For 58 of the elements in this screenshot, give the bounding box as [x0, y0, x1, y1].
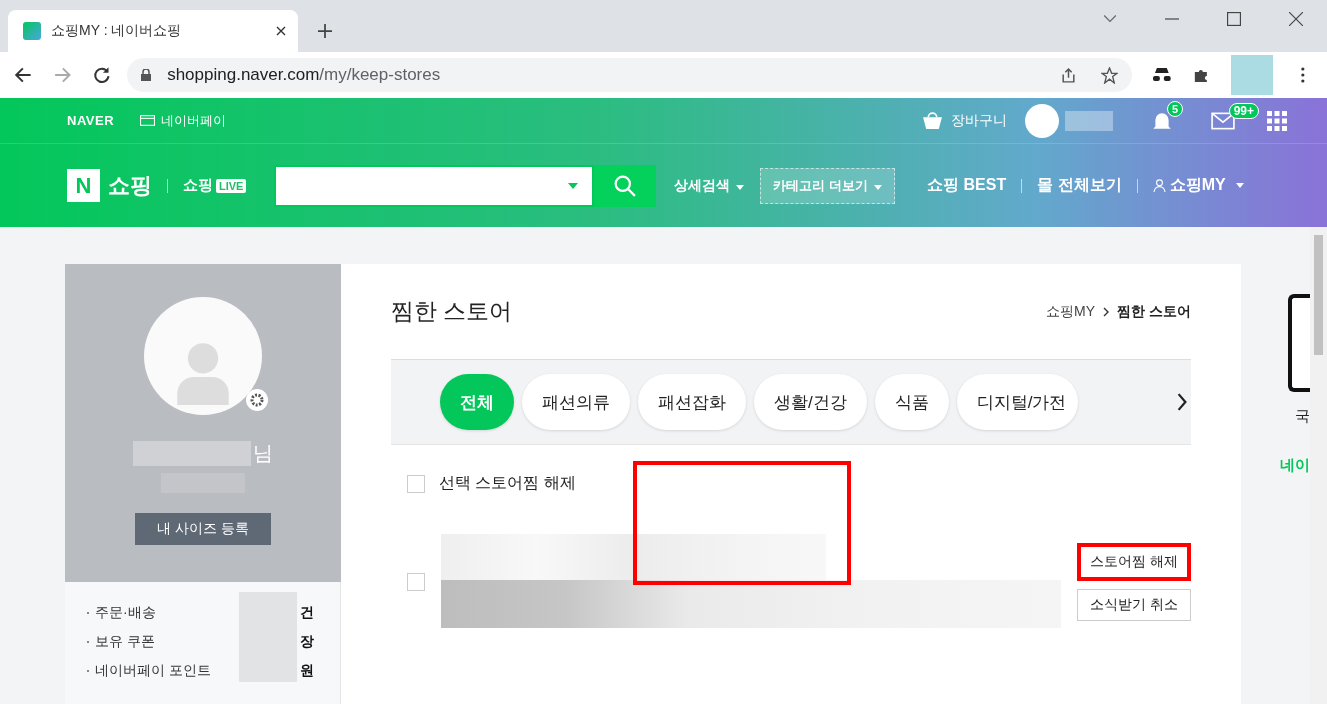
select-all-label: 선택 스토어찜 해제 — [439, 473, 576, 493]
user-avatar[interactable] — [1025, 103, 1059, 138]
breadcrumb-link[interactable]: 쇼핑MY — [1046, 302, 1096, 321]
category-tab[interactable]: 식품 — [874, 374, 949, 430]
app-grid-icon[interactable] — [1267, 110, 1287, 131]
caret-icon — [874, 184, 883, 190]
tab-title: 쇼핑MY : 네이버쇼핑 — [51, 22, 183, 40]
size-register-button[interactable]: 내 사이즈 등록 — [135, 513, 271, 545]
scrollbar-thumb[interactable] — [1314, 235, 1323, 355]
share-icon[interactable] — [1059, 66, 1077, 84]
url-text: shopping.naver.com/my/keep-stores — [167, 65, 441, 85]
card-icon — [140, 115, 156, 126]
browser-tab[interactable]: 쇼핑MY : 네이버쇼핑 — [8, 10, 298, 52]
reload-icon[interactable] — [93, 66, 112, 84]
notification-count: 5 — [1166, 100, 1183, 117]
search-button[interactable] — [594, 164, 657, 207]
category-tab[interactable]: 디지털/가전 — [956, 374, 1079, 430]
search-field[interactable] — [274, 164, 595, 207]
user-icon — [1152, 179, 1166, 192]
page-title: 찜한 스토어 — [391, 297, 513, 326]
mail-icon[interactable] — [1211, 111, 1235, 130]
unsubscribe-button[interactable]: 소식받기 취소 — [1077, 589, 1191, 621]
maximize-icon[interactable] — [1227, 12, 1241, 26]
unit-label: 원 — [300, 661, 314, 680]
category-tab[interactable]: 패션의류 — [522, 374, 630, 430]
lock-icon — [141, 69, 152, 81]
caret-icon — [736, 184, 745, 190]
unkeep-store-button[interactable]: 스토어찜 해제 — [1077, 543, 1191, 581]
back-icon[interactable] — [14, 66, 32, 84]
unit-label: 장 — [300, 632, 314, 651]
close-icon[interactable] — [1289, 12, 1303, 26]
close-icon[interactable] — [276, 26, 286, 36]
aside-text: 국 — [1295, 407, 1310, 426]
menu-link[interactable]: 네이버페이 포인트 — [95, 661, 211, 680]
chevron-right-icon[interactable] — [1176, 393, 1188, 411]
address-bar[interactable]: shopping.naver.com/my/keep-stores — [127, 58, 1132, 92]
blurred-username — [1065, 110, 1113, 131]
category-tab[interactable]: 패션잡화 — [638, 374, 746, 430]
forward-icon[interactable] — [53, 66, 72, 84]
new-tab-icon[interactable] — [318, 24, 332, 38]
breadcrumb-current: 찜한 스토어 — [1117, 302, 1191, 321]
my-shopping-dropdown[interactable]: 쇼핑MY — [1152, 175, 1244, 196]
mail-count: 99+ — [1228, 102, 1259, 119]
caret-icon[interactable] — [568, 182, 579, 189]
phone-banner-icon — [1288, 294, 1310, 392]
name-suffix: 님 — [253, 441, 273, 466]
search-icon — [614, 174, 637, 197]
menu-link[interactable]: 주문·배송 — [95, 603, 156, 622]
caret-icon — [1235, 183, 1244, 188]
incognito-icon[interactable] — [1151, 67, 1172, 83]
category-tab[interactable]: 생활/건강 — [754, 374, 867, 430]
checkbox[interactable] — [407, 474, 425, 493]
checkbox[interactable] — [407, 573, 425, 591]
menu-link[interactable]: 보유 쿠폰 — [95, 632, 155, 651]
unit-label: 건 — [300, 603, 314, 622]
chevron-icon — [1103, 306, 1110, 317]
star-icon[interactable] — [1100, 66, 1118, 84]
settings-icon[interactable] — [246, 389, 268, 411]
